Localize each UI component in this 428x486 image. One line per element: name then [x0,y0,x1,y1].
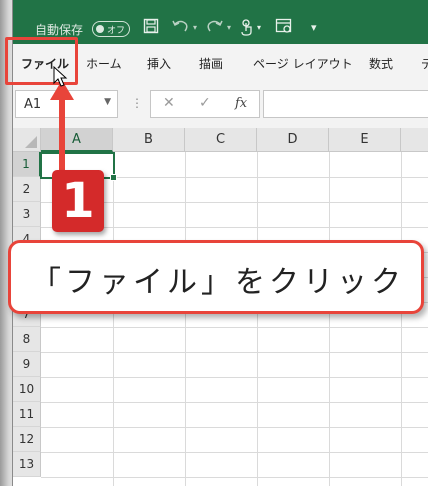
tab-home[interactable]: ホーム [86,55,122,72]
undo-icon[interactable] [171,18,189,39]
autosave-toggle[interactable]: オフ [92,21,130,37]
column-header-e[interactable]: E [329,128,401,152]
instruction-text: 「ファイル」をクリック [31,265,405,300]
row-header[interactable]: 11 [13,402,41,427]
select-all-button[interactable] [13,128,41,152]
grid-line [41,327,428,328]
instruction-callout: 「ファイル」をクリック [8,240,424,314]
redo-dropdown-icon[interactable]: ▾ [227,18,231,38]
save-icon[interactable] [143,18,159,39]
cancel-icon[interactable]: ✕ [163,95,175,111]
row-header[interactable]: 1 [13,152,41,177]
tab-draw[interactable]: 描画 [199,55,223,72]
tab-page-layout[interactable]: ページ レイアウト [253,55,353,72]
grid-line [41,452,428,453]
redo-icon[interactable] [206,18,224,39]
touch-dropdown-icon[interactable]: ▾ [257,18,261,38]
grid-line [41,377,428,378]
tab-formulas[interactable]: 数式 [369,55,393,72]
touch-mode-icon[interactable] [239,18,255,41]
grid-line [41,477,428,478]
grid-line [41,352,428,353]
undo-dropdown-icon[interactable]: ▾ [193,18,197,38]
row-header[interactable]: 8 [13,327,41,352]
customize-icon[interactable]: ▾ [311,18,317,38]
row-header[interactable]: 10 [13,377,41,402]
row-header[interactable]: 12 [13,427,41,452]
row-header[interactable]: 3 [13,202,41,227]
insert-function-icon[interactable]: fx [235,96,247,111]
column-header-d[interactable]: D [257,128,329,152]
grid-line [41,427,428,428]
tab-insert[interactable]: 挿入 [147,55,171,72]
arrow-icon [50,80,74,172]
row-header[interactable]: 13 [13,452,41,477]
toggle-knob [96,25,104,33]
tab-data[interactable]: デ [421,55,428,72]
column-header-c[interactable]: C [185,128,257,152]
column-header-f[interactable] [401,128,428,152]
name-box-dropdown-icon[interactable]: ▼ [104,97,111,107]
mouse-cursor-icon [53,66,68,87]
form-icon[interactable] [275,18,293,39]
grid-line [41,402,428,403]
formula-input[interactable] [263,90,428,118]
name-box-value: A1 [24,97,42,112]
column-header-b[interactable]: B [113,128,185,152]
row-header[interactable]: 9 [13,352,41,377]
enter-icon[interactable]: ✓ [199,95,211,111]
fill-handle[interactable] [110,174,117,181]
splitter-dots-icon[interactable]: ⋮ [131,96,143,110]
step-number: 1 [61,173,95,229]
autosave-label: 自動保存 [35,23,84,37]
row-header[interactable]: 2 [13,177,41,202]
autosave-state: オフ [107,26,126,36]
step-number-badge: 1 [52,170,104,232]
formula-buttons: ✕ ✓ fx [150,90,260,118]
